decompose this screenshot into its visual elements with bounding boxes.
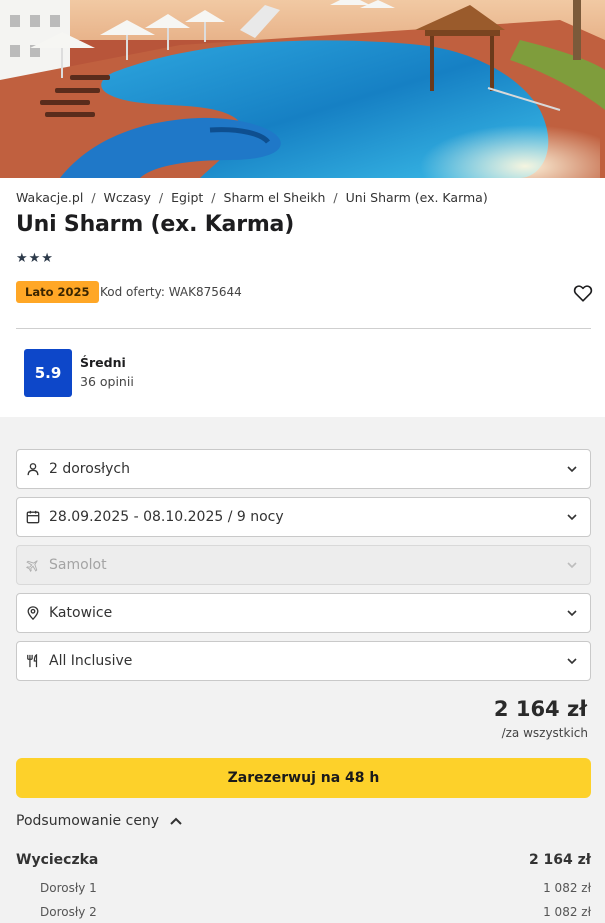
breadcrumb-item[interactable]: Sharm el Sheikh xyxy=(224,190,326,205)
breadcrumb-separator: / xyxy=(333,190,338,205)
airplane-icon xyxy=(26,558,40,572)
board-value: All Inclusive xyxy=(49,653,133,669)
calendar-icon xyxy=(26,510,40,524)
heart-icon[interactable] xyxy=(573,284,593,302)
divider xyxy=(16,328,591,329)
dates-select[interactable]: 28.09.2025 - 08.10.2025 / 9 nocy xyxy=(16,497,591,537)
traveler-price: 1 082 zł xyxy=(543,905,591,919)
transport-value: Samolot xyxy=(49,557,107,573)
fork-knife-icon xyxy=(26,654,40,668)
total-price: 2 164 zł xyxy=(493,697,587,721)
travelers-select[interactable]: 2 dorosłych xyxy=(16,449,591,489)
breadcrumb-item[interactable]: Egipt xyxy=(171,190,203,205)
trip-total: 2 164 zł xyxy=(528,852,591,868)
transport-select: Samolot xyxy=(16,545,591,585)
location-pin-icon xyxy=(26,606,40,620)
breadcrumb-item[interactable]: Wczasy xyxy=(104,190,151,205)
hotel-hero-image[interactable] xyxy=(0,0,605,178)
list-item: Dorosły 1 1 082 zł xyxy=(16,881,591,895)
list-item: Dorosły 2 1 082 zł xyxy=(16,905,591,919)
hotel-header-section: Wakacje.pl / Wczasy / Egipt / Sharm el Sheikh /… xyxy=(0,178,605,417)
dates-value: 28.09.2025 - 08.10.2025 / 9 nocy xyxy=(49,509,284,525)
departure-value: Katowice xyxy=(49,605,113,621)
trip-label: Wycieczka xyxy=(16,852,99,868)
offer-code: Kod oferty: WAK875644 xyxy=(100,285,242,299)
hotel-title: Uni Sharm (ex. Karma) xyxy=(16,212,295,237)
breadcrumb-separator: / xyxy=(91,190,96,205)
departure-select[interactable]: Katowice xyxy=(16,593,591,633)
trip-summary-row: Wycieczka 2 164 zł xyxy=(16,852,591,868)
hotel-star-rating: ★★★ xyxy=(16,251,54,266)
chevron-down-icon xyxy=(567,610,577,617)
breadcrumb-separator: / xyxy=(158,190,164,205)
rating-score-box[interactable]: 5.9 xyxy=(24,349,72,397)
rating-review-count[interactable]: 36 opinii xyxy=(80,374,134,389)
chevron-down-icon xyxy=(567,562,577,569)
chevron-down-icon xyxy=(567,658,577,665)
breadcrumb-item[interactable]: Wakacje.pl xyxy=(16,190,83,205)
breadcrumb-current: Uni Sharm (ex. Karma) xyxy=(345,190,488,205)
price-note: /za wszystkich xyxy=(501,726,588,740)
price-summary-label: Podsumowanie ceny xyxy=(16,813,160,829)
board-select[interactable]: All Inclusive xyxy=(16,641,591,681)
chevron-down-icon xyxy=(567,466,577,473)
breadcrumb-separator: / xyxy=(211,190,216,205)
travelers-value: 2 dorosłych xyxy=(49,461,130,477)
traveler-label: Dorosły 2 xyxy=(40,905,97,919)
chevron-down-icon xyxy=(567,514,577,521)
season-badge: Lato 2025 xyxy=(16,281,99,303)
book-button[interactable]: Zarezerwuj na 48 h xyxy=(16,758,591,798)
price-summary-toggle[interactable]: Podsumowanie ceny xyxy=(16,813,183,829)
chevron-up-icon xyxy=(170,817,182,825)
traveler-price: 1 082 zł xyxy=(543,881,591,895)
breadcrumb: Wakacje.pl / Wczasy / Egipt / Sharm el Sheikh /… xyxy=(16,190,488,205)
person-icon xyxy=(26,462,40,476)
traveler-label: Dorosły 1 xyxy=(40,881,97,895)
rating-label: Średni xyxy=(80,355,126,370)
